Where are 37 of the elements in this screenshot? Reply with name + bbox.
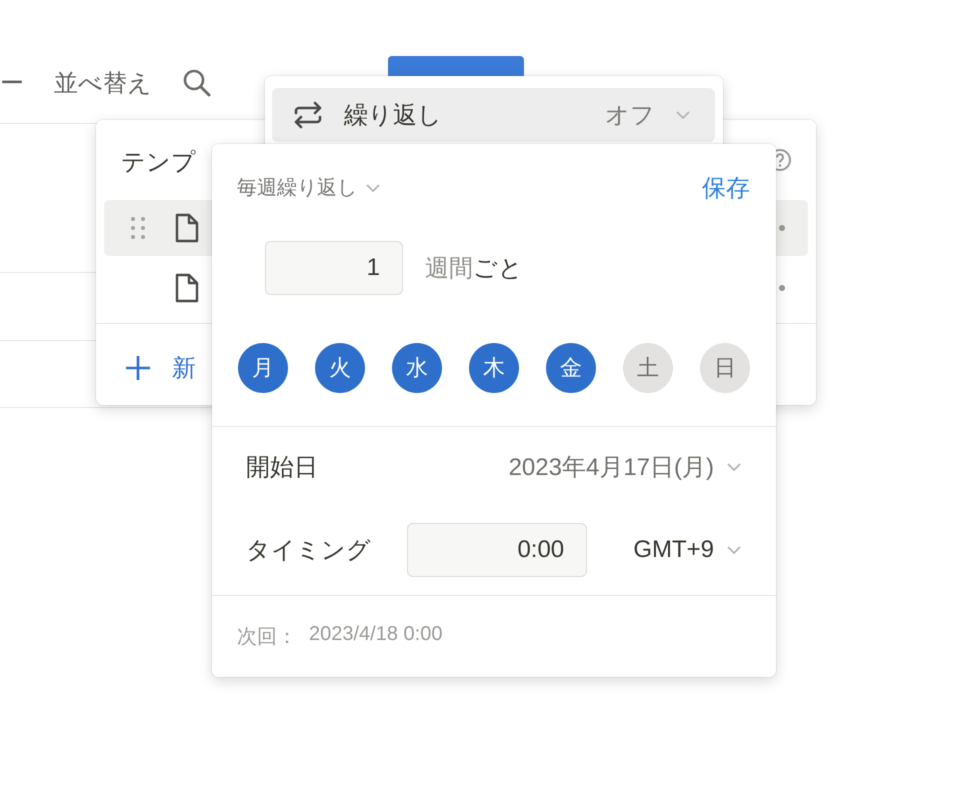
interval-unit-select[interactable]: 週間: [425, 254, 473, 282]
drag-handle-icon[interactable]: [130, 216, 146, 240]
chevron-down-icon: [726, 545, 742, 556]
repeat-option[interactable]: 繰り返し オフ: [272, 88, 715, 142]
weekday-toggle[interactable]: 月: [238, 342, 288, 393]
weekday-toggle[interactable]: 木: [469, 342, 519, 393]
interval-suffix: ごと: [473, 254, 523, 282]
document-icon: [174, 212, 200, 244]
weekday-toggle[interactable]: 日: [700, 342, 750, 393]
recurrence-mode-select[interactable]: 毎週繰り返し: [237, 174, 381, 202]
timezone-select[interactable]: GMT+9: [633, 536, 742, 564]
interval-field[interactable]: 1: [265, 240, 403, 295]
more-icon[interactable]: [778, 224, 786, 232]
document-icon: [174, 272, 200, 304]
chevron-down-icon: [726, 462, 742, 472]
start-date-label: 開始日: [246, 453, 318, 484]
time-field[interactable]: 0:00: [407, 523, 588, 578]
weekday-toggle[interactable]: 火: [315, 342, 365, 393]
add-label: 新: [172, 354, 196, 384]
next-run-value: 2023/4/18 0:00: [309, 623, 442, 647]
weekday-toggle[interactable]: 水: [392, 342, 442, 393]
start-date-select[interactable]: 2023年4月17日(月): [508, 451, 742, 484]
more-icon[interactable]: [778, 284, 786, 292]
save-button[interactable]: 保存: [702, 172, 750, 204]
next-run-label: 次回：: [237, 625, 297, 650]
weekday-toggle[interactable]: 土: [623, 342, 673, 393]
panel-title: テンプ: [121, 148, 196, 178]
weekday-toggle[interactable]: 金: [546, 342, 596, 393]
search-icon[interactable]: [182, 68, 212, 98]
add-template-button[interactable]: 新: [124, 352, 196, 384]
chevron-down-icon: [675, 110, 691, 120]
repeat-icon: [292, 101, 324, 129]
chevron-down-icon: [365, 182, 381, 193]
filter-label[interactable]: ー: [0, 67, 24, 99]
sort-label[interactable]: 並べ替え: [54, 67, 152, 99]
plus-icon: [124, 354, 152, 382]
timing-label: タイミング: [246, 536, 371, 566]
